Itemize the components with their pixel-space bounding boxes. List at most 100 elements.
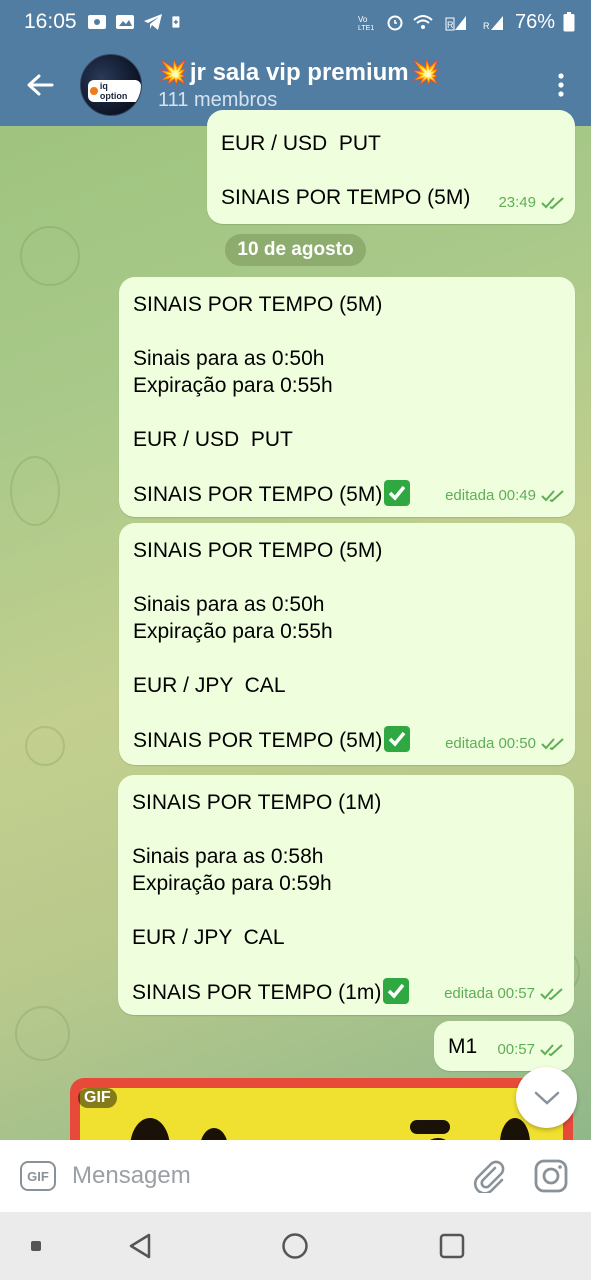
message-text: SINAIS POR TEMPO (5M) [133, 483, 383, 506]
status-bar: 16:05 Vo LTE1 R R 76% [0, 0, 591, 44]
back-button[interactable] [0, 44, 80, 126]
small-square-icon [31, 1241, 41, 1251]
wifi-icon [413, 15, 433, 29]
message-meta: editada 00:57 [444, 980, 564, 1007]
message-time: editada 00:49 [445, 487, 536, 504]
battery-icon [563, 12, 575, 32]
explosion-emoji: 💥 [410, 59, 441, 86]
photo-icon [115, 15, 134, 29]
message-bubble[interactable]: SINAIS POR TEMPO (5M) Sinais para as 0:5… [119, 277, 575, 517]
svg-text:R: R [483, 21, 490, 31]
instagram-camera-icon [534, 1159, 568, 1193]
message-line [132, 816, 560, 843]
status-left-icons [87, 13, 185, 31]
system-navigation-bar [0, 1212, 591, 1280]
battery-percent: 76% [514, 10, 555, 33]
message-line: Expiração para 0:59h [132, 872, 332, 895]
message-line: Expiração para 0:55h [133, 620, 333, 643]
sim-icon [171, 16, 179, 28]
message-line: SINAIS POR TEMPO (5M) [133, 539, 383, 562]
chevron-down-icon [534, 1091, 559, 1105]
signal-icon: R [445, 16, 466, 31]
message-line [133, 399, 561, 426]
message-line: Sinais para as 0:58h [132, 845, 324, 868]
circle-home-icon [282, 1233, 308, 1259]
double-check-icon [540, 1043, 563, 1056]
explosion-emoji: 💥 [158, 59, 188, 86]
double-check-icon [541, 737, 564, 750]
svg-text:Vo: Vo [358, 15, 368, 24]
date-separator: 10 de agosto [225, 234, 366, 266]
message-line [133, 699, 561, 726]
message-meta: 23:49 [498, 189, 565, 216]
signal-icon: R [483, 16, 503, 31]
double-check-icon [541, 196, 564, 209]
status-time: 16:05 [24, 10, 77, 33]
message-line: EUR / USD PUT [133, 428, 293, 451]
scroll-down-button[interactable] [516, 1067, 577, 1128]
message-input[interactable] [72, 1162, 447, 1190]
message-bubble[interactable]: EUR / USD PUT SINAIS POR TEMPO (5M) 23:4… [207, 110, 575, 224]
message-line [133, 318, 561, 345]
check-mark-emoji-icon [384, 726, 411, 752]
message-bubble[interactable]: SINAIS POR TEMPO (5M) Sinais para as 0:5… [119, 523, 575, 765]
message-text: SINAIS POR TEMPO (5M) [133, 729, 383, 752]
chat-title-block[interactable]: 💥 jr sala vip premium 💥 111 membros [158, 58, 531, 112]
message-meta: 00:57 [497, 1036, 564, 1063]
nav-home-button[interactable] [275, 1226, 315, 1266]
arrow-back-icon [27, 74, 54, 96]
svg-text:R: R [447, 20, 454, 30]
notification-icon [87, 15, 106, 29]
message-meta: editada 00:50 [445, 730, 565, 757]
double-check-icon [540, 987, 563, 1000]
gif-button[interactable]: GIF [20, 1161, 56, 1191]
message-time: 00:57 [497, 1041, 535, 1058]
background-doodle [25, 726, 65, 766]
chat-name: jr sala vip premium [189, 58, 409, 86]
more-vertical-icon [558, 73, 564, 97]
message-line [133, 564, 561, 591]
message-line: EUR / USD PUT [221, 132, 381, 155]
square-recents-icon [439, 1233, 465, 1259]
paperclip-icon [473, 1160, 505, 1193]
chat-title: 💥 jr sala vip premium 💥 [158, 58, 531, 87]
message-text: SINAIS POR TEMPO (1m) [132, 981, 382, 1004]
message-line [133, 645, 561, 672]
message-line [133, 453, 561, 480]
triangle-back-icon [129, 1233, 151, 1259]
message-line: Sinais para as 0:50h [133, 593, 325, 616]
check-mark-emoji-icon [384, 480, 411, 506]
double-check-icon [541, 489, 564, 502]
nav-recents-button[interactable] [432, 1226, 472, 1266]
background-doodle [10, 456, 60, 526]
message-meta: editada 00:49 [445, 482, 565, 509]
message-time: 23:49 [498, 194, 536, 211]
attach-button[interactable] [469, 1156, 509, 1196]
message-line: EUR / JPY CAL [132, 926, 285, 949]
message-line: EUR / JPY CAL [133, 674, 286, 697]
message-bubble[interactable]: M1 00:57 [434, 1021, 574, 1071]
iq-option-logo: iq option [88, 80, 141, 102]
gif-content [410, 1120, 450, 1134]
volte-icon: VoLTE1 [358, 15, 374, 31]
telegram-icon [143, 14, 162, 30]
message-bubble[interactable]: SINAIS POR TEMPO (1M) Sinais para as 0:5… [118, 775, 574, 1015]
message-line [132, 951, 560, 978]
member-count: 111 membros [158, 89, 278, 111]
message-line: SINAIS POR TEMPO (5M) [133, 293, 383, 316]
svg-text:LTE1: LTE1 [358, 25, 374, 31]
message-line [221, 157, 561, 184]
message-line: Expiração para 0:55h [133, 374, 333, 397]
message-composer: GIF [0, 1140, 591, 1212]
status-right-icons: Vo LTE1 R R 76% [357, 11, 575, 34]
message-line: SINAIS POR TEMPO (1M) [132, 791, 382, 814]
nav-back-button[interactable] [120, 1226, 160, 1266]
camera-button[interactable] [531, 1156, 571, 1196]
chat-avatar[interactable]: iq option [80, 54, 142, 116]
nav-menu-button[interactable] [28, 1238, 44, 1254]
gif-badge: GIF [78, 1088, 117, 1108]
background-doodle [15, 1006, 70, 1061]
message-time: editada 00:57 [444, 985, 535, 1002]
message-time: editada 00:50 [445, 735, 536, 752]
alarm-icon [387, 15, 403, 31]
